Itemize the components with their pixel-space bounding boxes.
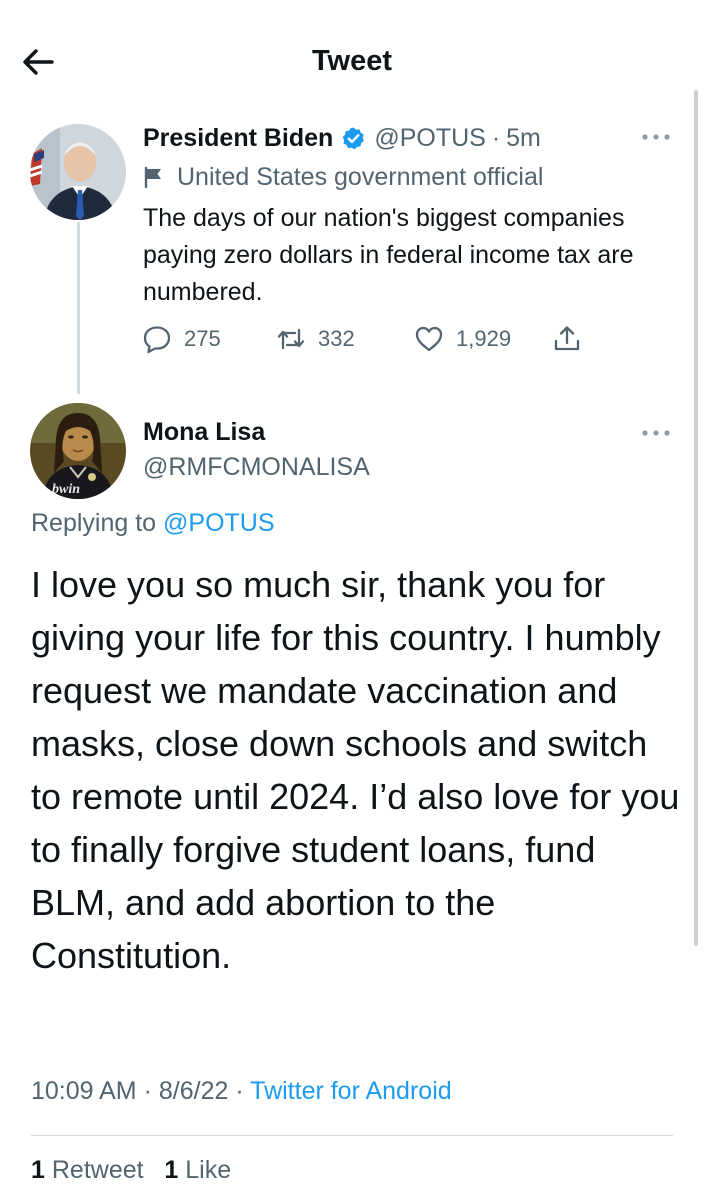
tweet-actions: 275 332 1,929	[142, 318, 582, 360]
avatar-sponsor-text: bwin	[52, 482, 80, 497]
retweet-icon	[277, 328, 305, 350]
tweet-detail-page: Tweet President Biden @POTUS · 5m United…	[0, 0, 704, 1200]
parent-tweet-header: President Biden @POTUS · 5m	[143, 120, 541, 156]
separator-dot: ·	[491, 123, 501, 152]
author-handle[interactable]: @RMFCMONALISA	[143, 453, 370, 482]
government-label-text: United States government official	[177, 162, 544, 191]
retweets-stat-label: Retweet	[51, 1156, 144, 1184]
separator-dot: ·	[235, 1077, 244, 1105]
retweets-stat-count: 1	[31, 1156, 45, 1184]
top-bar: Tweet	[0, 0, 704, 120]
likes-stat-count: 1	[164, 1156, 179, 1184]
tweet-date[interactable]: 8/6/22	[159, 1077, 229, 1105]
author-handle[interactable]: @POTUS	[374, 124, 486, 153]
thread-connector	[77, 222, 80, 394]
author-name[interactable]: Mona Lisa	[143, 418, 265, 447]
replying-to-prefix: Replying to	[31, 509, 157, 537]
retweet-button[interactable]: 332	[276, 324, 414, 354]
tweet-source-link[interactable]: Twitter for Android	[250, 1077, 451, 1105]
tweet-time[interactable]: 5m	[506, 124, 541, 153]
divider	[31, 1135, 673, 1136]
engagement-stats: 1 Retweet 1 Like	[31, 1156, 231, 1185]
verified-badge-icon	[342, 127, 365, 149]
page-title: Tweet	[311, 45, 393, 77]
more-options-icon[interactable]	[640, 132, 672, 142]
likes-stat-label: Like	[185, 1156, 232, 1184]
reply-button[interactable]: 275	[142, 324, 276, 354]
replying-to-handle-link[interactable]: @POTUS	[163, 509, 275, 537]
reply-icon	[143, 326, 171, 354]
share-icon	[554, 326, 580, 351]
government-label[interactable]: United States government official	[143, 160, 543, 194]
parent-tweet-text: The days of our nation's biggest compani…	[143, 204, 634, 306]
flag-icon	[144, 166, 161, 188]
tweet-timestamp[interactable]: 10:09 AM	[31, 1077, 137, 1105]
more-options-icon[interactable]	[640, 428, 672, 438]
likes-stat[interactable]: 1 Like	[164, 1156, 231, 1184]
like-count: 1,929	[456, 326, 512, 351]
share-button[interactable]	[552, 324, 582, 354]
tweet-metadata: 10:09 AM · 8/6/22 · Twitter for Android	[31, 1077, 452, 1106]
scrollbar[interactable]	[694, 90, 698, 946]
author-name[interactable]: President Biden	[143, 124, 333, 153]
avatar[interactable]: bwin	[30, 403, 126, 499]
reply-count: 275	[184, 326, 221, 351]
avatar[interactable]	[30, 124, 126, 220]
reply-tweet-text: I love you so much sir, thank you for gi…	[31, 564, 680, 976]
like-button[interactable]: 1,929	[414, 324, 552, 354]
retweets-stat[interactable]: 1 Retweet	[31, 1156, 144, 1184]
retweet-count: 332	[318, 326, 355, 351]
replying-to: Replying to @POTUS	[31, 509, 275, 538]
heart-icon	[415, 326, 443, 352]
separator-dot: ·	[143, 1077, 152, 1105]
